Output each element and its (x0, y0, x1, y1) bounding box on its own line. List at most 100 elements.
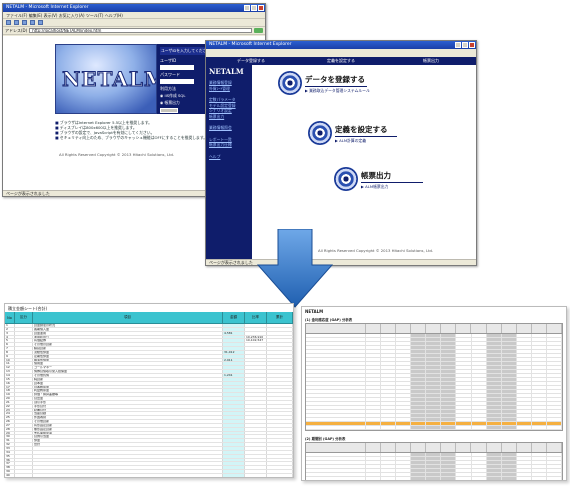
table-cell[interactable] (245, 443, 267, 446)
table-cell[interactable]: 定期性預金 (33, 354, 223, 358)
table-cell[interactable] (15, 408, 33, 412)
table-cell[interactable] (15, 327, 33, 331)
table-cell[interactable] (245, 389, 267, 393)
table-cell[interactable]: 2 (5, 327, 15, 331)
table-cell[interactable] (245, 358, 267, 362)
table-cell[interactable]: 譲渡性預金 (33, 358, 223, 362)
table-cell[interactable]: 10,236,910 (245, 335, 267, 339)
table-cell[interactable] (267, 339, 293, 343)
table-cell[interactable] (15, 397, 33, 400)
table-cell[interactable] (245, 473, 267, 477)
table-cell[interactable] (267, 439, 293, 443)
step-register-data[interactable]: データを登録する ▶ 業務取込データ管理システムルール (278, 71, 370, 95)
step-link[interactable]: ▶ ALM計算の定義 (335, 138, 397, 144)
table-cell[interactable] (223, 343, 245, 347)
login-button[interactable] (160, 108, 178, 113)
mode-radio-1[interactable]: ◉ IIS作成 SQL (160, 93, 206, 99)
table-cell[interactable]: 38 (5, 466, 15, 470)
password-input[interactable] (160, 79, 194, 84)
table-cell[interactable] (267, 389, 293, 393)
table-cell[interactable] (267, 393, 293, 397)
table-cell[interactable] (15, 435, 33, 439)
table-cell[interactable] (245, 381, 267, 385)
table-cell[interactable]: 割引手形 (33, 400, 223, 404)
table-cell[interactable] (15, 420, 33, 423)
table-cell[interactable] (267, 362, 293, 366)
table-cell[interactable] (15, 470, 33, 473)
table-cell[interactable] (267, 397, 293, 400)
table-cell[interactable] (245, 377, 267, 381)
table-cell[interactable] (223, 408, 245, 412)
table-cell[interactable]: 5 (5, 339, 15, 343)
table-cell[interactable] (15, 454, 33, 458)
table-cell[interactable] (245, 431, 267, 435)
table-cell[interactable] (33, 470, 223, 473)
table-cell[interactable] (267, 404, 293, 408)
table-cell[interactable]: 12 (5, 366, 15, 370)
table-cell[interactable]: 9 (5, 354, 15, 358)
table-cell[interactable] (33, 473, 223, 477)
menu-bar[interactable]: ファイル(F) 編集(E) 表示(V) お気に入り(A) ツール(T) ヘルプ(… (3, 12, 265, 19)
table-cell[interactable] (15, 362, 33, 366)
table-cell[interactable]: 25 (5, 416, 15, 420)
table-cell[interactable] (15, 366, 33, 370)
table-cell[interactable] (267, 408, 293, 412)
table-cell[interactable]: その他負債 (33, 373, 223, 377)
table-cell[interactable]: 26 (5, 420, 15, 423)
table-cell[interactable] (245, 327, 267, 331)
table-cell[interactable] (33, 450, 223, 454)
table-cell[interactable] (33, 454, 223, 458)
table-cell[interactable]: 17 (5, 385, 15, 389)
close-button[interactable] (469, 42, 475, 48)
table-cell[interactable] (15, 466, 33, 470)
table-cell[interactable] (223, 470, 245, 473)
table-cell[interactable] (223, 354, 245, 358)
table-cell[interactable]: 33 (5, 447, 15, 450)
table-cell[interactable] (223, 339, 245, 343)
table-cell[interactable]: 運用利回り (33, 335, 223, 339)
table-cell[interactable]: 39 (5, 470, 15, 473)
table-cell[interactable]: 13 (5, 370, 15, 373)
table-cell[interactable] (15, 335, 33, 339)
table-cell[interactable] (267, 343, 293, 347)
table-cell[interactable]: 11 (5, 362, 15, 366)
top-nav-item[interactable]: 帳票出力 (386, 57, 476, 65)
table-cell[interactable] (223, 439, 245, 443)
table-cell[interactable] (267, 335, 293, 339)
table-cell[interactable] (15, 331, 33, 335)
table-cell[interactable]: 評価・換算差額等 (33, 393, 223, 397)
table-cell[interactable]: 有形固定資産 (33, 423, 223, 427)
table-cell[interactable]: 純資産 (33, 377, 223, 381)
table-cell[interactable]: その他資産 (33, 420, 223, 423)
table-cell[interactable] (223, 327, 245, 331)
table-cell[interactable] (267, 324, 293, 327)
table-cell[interactable] (223, 389, 245, 393)
back-icon[interactable] (6, 20, 11, 25)
table-cell[interactable]: 資金運用 (33, 331, 223, 335)
table-cell[interactable]: 37 (5, 462, 15, 466)
table-cell[interactable] (245, 347, 267, 350)
table-cell[interactable]: 無形固定資産 (33, 427, 223, 431)
stop-icon[interactable] (22, 20, 27, 25)
table-cell[interactable] (15, 350, 33, 354)
table-cell[interactable] (245, 416, 267, 420)
table-cell[interactable] (267, 431, 293, 435)
table-cell[interactable]: 31 (5, 439, 15, 443)
table-cell[interactable]: その他の資産 (33, 343, 223, 347)
table-cell[interactable] (245, 370, 267, 373)
table-cell[interactable] (15, 373, 33, 377)
minimize-button[interactable] (244, 5, 250, 11)
table-cell[interactable]: 19 (5, 393, 15, 397)
table-cell[interactable] (245, 420, 267, 423)
table-cell[interactable] (245, 450, 267, 454)
table-cell[interactable] (245, 343, 267, 347)
table-cell[interactable] (223, 416, 245, 420)
table-cell[interactable] (267, 370, 293, 373)
table-cell[interactable] (267, 412, 293, 416)
table-cell[interactable] (15, 347, 33, 350)
table-cell[interactable] (245, 454, 267, 458)
table-cell[interactable]: 20 (5, 397, 15, 400)
table-cell[interactable]: 40 (5, 473, 15, 477)
table-cell[interactable]: 合計 (33, 443, 223, 446)
table-cell[interactable]: 貸倒引当金 (33, 435, 223, 439)
